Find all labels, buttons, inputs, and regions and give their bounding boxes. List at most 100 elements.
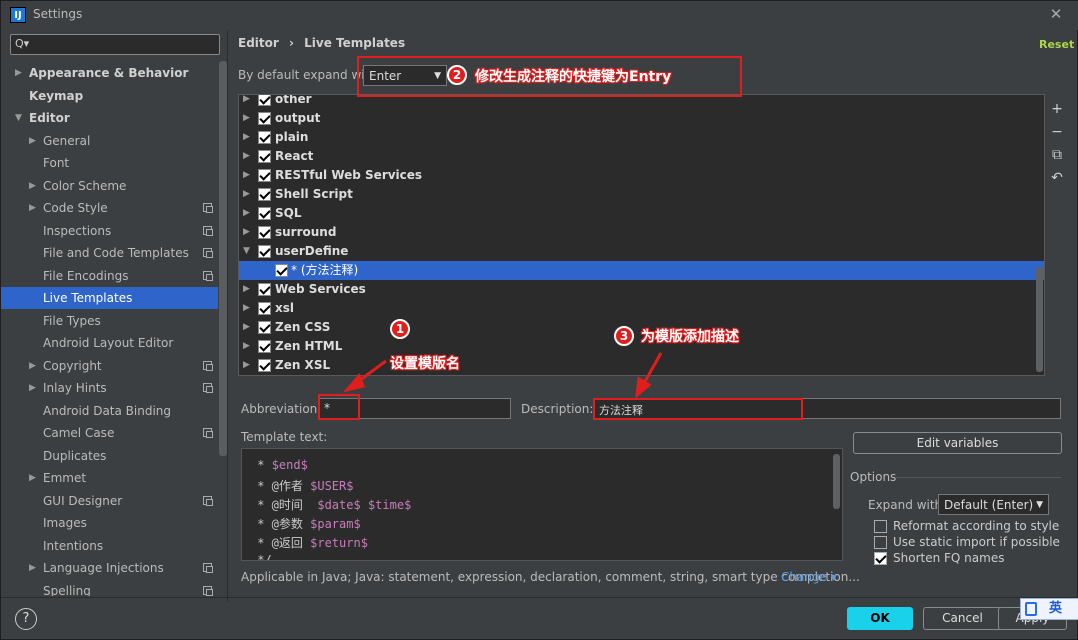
chevron-right-icon[interactable]: ▶: [243, 166, 250, 185]
sidebar-item-emmet[interactable]: ▶ Emmet: [1, 467, 218, 489]
sidebar-item-color-scheme[interactable]: ▶ Color Scheme: [1, 175, 218, 197]
change-contexts-link[interactable]: Change ▾: [781, 570, 837, 584]
template-enabled-checkbox[interactable]: [258, 245, 271, 258]
template-enabled-checkbox[interactable]: [258, 340, 271, 353]
template-enabled-checkbox[interactable]: [258, 359, 271, 372]
chevron-right-icon[interactable]: ▶: [29, 130, 36, 152]
sidebar-item-keymap[interactable]: Keymap: [1, 85, 218, 107]
sidebar-item-font[interactable]: Font: [1, 152, 218, 174]
template-group[interactable]: ▶ Zen XSL: [239, 356, 1044, 375]
checkbox[interactable]: [874, 536, 887, 549]
sidebar-item-label: Copyright: [43, 358, 102, 373]
add-icon[interactable]: +: [1046, 98, 1068, 120]
template-enabled-checkbox[interactable]: [258, 169, 271, 182]
chevron-right-icon[interactable]: ▶: [243, 204, 250, 223]
sidebar-item-editor[interactable]: ▼ Editor: [1, 107, 218, 129]
chevron-right-icon[interactable]: ▶: [243, 299, 250, 318]
checkbox[interactable]: [874, 520, 887, 533]
template-enabled-checkbox[interactable]: [258, 226, 271, 239]
chevron-right-icon[interactable]: ▶: [29, 175, 36, 197]
chevron-right-icon[interactable]: ▶: [15, 62, 22, 84]
chevron-right-icon[interactable]: ▶: [243, 109, 250, 128]
sidebar-item-appearance-behavior[interactable]: ▶ Appearance & Behavior: [1, 62, 218, 84]
template-text-editor[interactable]: * $end$ * @作者 $USER$ * @时间 $date$ $time$…: [241, 448, 843, 561]
template-item[interactable]: * (方法注释): [239, 261, 1044, 280]
chevron-right-icon[interactable]: ▶: [29, 557, 36, 579]
editor-scrollbar[interactable]: [833, 454, 840, 509]
reset-link[interactable]: Reset: [1039, 38, 1074, 51]
template-group[interactable]: ▶ SQL: [239, 204, 1044, 223]
sidebar-item-spelling[interactable]: Spelling: [1, 580, 218, 596]
sidebar-item-duplicates[interactable]: Duplicates: [1, 445, 218, 467]
chevron-right-icon[interactable]: ▶: [243, 318, 250, 337]
chevron-right-icon[interactable]: ▶: [243, 95, 250, 109]
sidebar-item-intentions[interactable]: Intentions: [1, 535, 218, 557]
chevron-down-icon[interactable]: ▼: [15, 107, 22, 129]
sidebar-item-images[interactable]: Images: [1, 512, 218, 534]
ime-indicator[interactable]: 英: [1020, 598, 1078, 620]
sidebar-item-file-encodings[interactable]: File Encodings: [1, 265, 218, 287]
sidebar-item-language-injections[interactable]: ▶ Language Injections: [1, 557, 218, 579]
sidebar-item-general[interactable]: ▶ General: [1, 130, 218, 152]
sidebar-item-inlay-hints[interactable]: ▶ Inlay Hints: [1, 377, 218, 399]
checkbox[interactable]: [874, 552, 887, 565]
ok-button[interactable]: OK: [847, 607, 913, 630]
sidebar-item-gui-designer[interactable]: GUI Designer: [1, 490, 218, 512]
edit-variables-button[interactable]: Edit variables: [853, 432, 1062, 454]
cancel-button[interactable]: Cancel: [923, 607, 1002, 630]
chevron-right-icon[interactable]: ▶: [29, 197, 36, 219]
template-enabled-checkbox[interactable]: [258, 150, 271, 163]
chevron-right-icon[interactable]: ▶: [29, 355, 36, 377]
template-enabled-checkbox[interactable]: [258, 112, 271, 125]
sidebar-scrollbar[interactable]: [219, 61, 227, 456]
template-enabled-checkbox[interactable]: [258, 321, 271, 334]
remove-icon[interactable]: −: [1046, 121, 1068, 143]
copy-icon[interactable]: ⧉: [1046, 144, 1068, 166]
chevron-right-icon[interactable]: ▶: [243, 356, 250, 375]
template-enabled-checkbox[interactable]: [258, 283, 271, 296]
template-group[interactable]: ▶ Web Services: [239, 280, 1044, 299]
tree-scrollbar[interactable]: [1036, 267, 1043, 372]
chevron-right-icon[interactable]: ▶: [243, 128, 250, 147]
chevron-right-icon[interactable]: ▶: [243, 223, 250, 242]
sidebar-item-code-style[interactable]: ▶ Code Style: [1, 197, 218, 219]
pane-divider[interactable]: [227, 31, 228, 601]
template-label: other: [275, 94, 312, 106]
close-icon[interactable]: ✕: [1048, 5, 1064, 23]
sidebar-item-copyright[interactable]: ▶ Copyright: [1, 355, 218, 377]
chevron-right-icon[interactable]: ▶: [243, 185, 250, 204]
template-group[interactable]: ▶ React: [239, 147, 1044, 166]
chevron-right-icon[interactable]: ▶: [243, 337, 250, 356]
chevron-right-icon[interactable]: ▶: [29, 467, 36, 489]
template-group[interactable]: ▼ userDefine: [239, 242, 1044, 261]
template-enabled-checkbox[interactable]: [258, 131, 271, 144]
template-enabled-checkbox[interactable]: [258, 95, 271, 106]
sidebar-item-live-templates[interactable]: Live Templates: [1, 287, 218, 309]
template-group[interactable]: ▶ plain: [239, 128, 1044, 147]
chevron-right-icon[interactable]: ▶: [29, 377, 36, 399]
sidebar-item-android-layout-editor[interactable]: Android Layout Editor: [1, 332, 218, 354]
template-group[interactable]: ▶ output: [239, 109, 1044, 128]
chevron-down-icon[interactable]: ▼: [243, 242, 250, 261]
sidebar-item-inspections[interactable]: Inspections: [1, 220, 218, 242]
settings-search-input[interactable]: Q▾: [10, 34, 220, 55]
restore-icon[interactable]: ↶: [1046, 167, 1068, 189]
breadcrumb-parent[interactable]: Editor: [238, 36, 279, 50]
sidebar-item-file-and-code-templates[interactable]: File and Code Templates: [1, 242, 218, 264]
template-enabled-checkbox[interactable]: [275, 264, 288, 277]
help-icon[interactable]: ?: [15, 608, 37, 630]
template-group[interactable]: ▶ xsl: [239, 299, 1044, 318]
template-enabled-checkbox[interactable]: [258, 302, 271, 315]
sidebar-item-android-data-binding[interactable]: Android Data Binding: [1, 400, 218, 422]
template-enabled-checkbox[interactable]: [258, 188, 271, 201]
sidebar-item-file-types[interactable]: File Types: [1, 310, 218, 332]
template-group[interactable]: ▶ Shell Script: [239, 185, 1044, 204]
template-enabled-checkbox[interactable]: [258, 207, 271, 220]
expand-with-select[interactable]: Default (Enter) ▼: [938, 494, 1049, 515]
chevron-right-icon[interactable]: ▶: [243, 280, 250, 299]
template-group[interactable]: ▶ RESTful Web Services: [239, 166, 1044, 185]
sidebar-item-camel-case[interactable]: Camel Case: [1, 422, 218, 444]
chevron-right-icon[interactable]: ▶: [243, 147, 250, 166]
annotation-arrowhead-3: [635, 376, 652, 399]
template-group[interactable]: ▶ surround: [239, 223, 1044, 242]
